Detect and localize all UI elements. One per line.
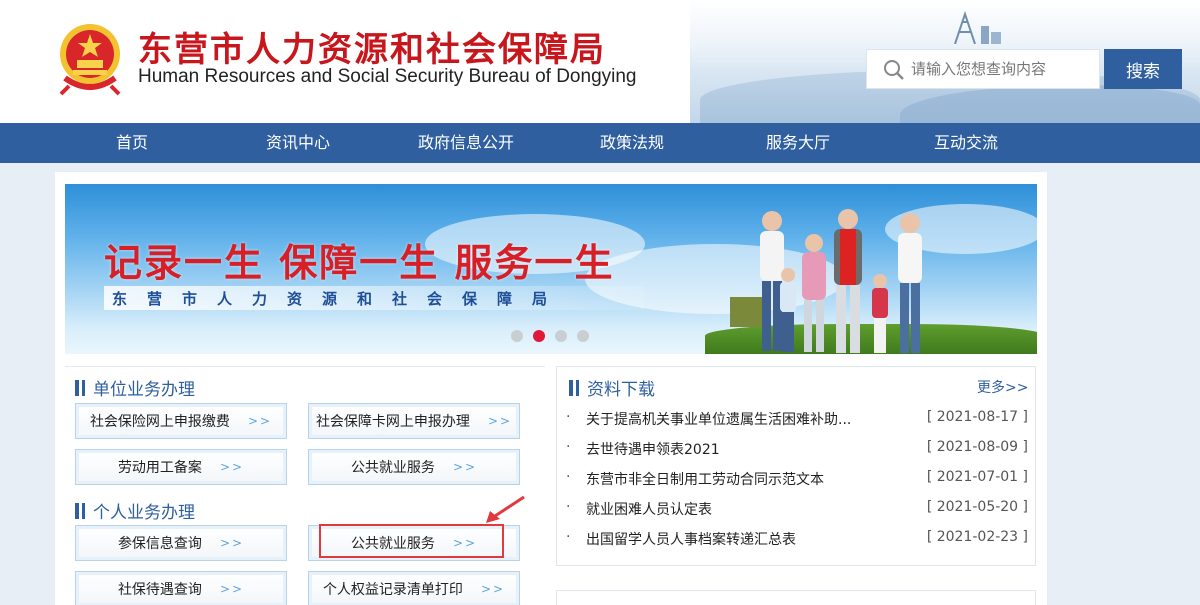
section-bar [75,379,79,396]
arrow-icon: >> [487,414,513,428]
arrow-icon: >> [219,582,245,596]
bullet: · [566,439,571,455]
downloads-heading: 资料下载 [569,375,655,400]
highlight-annotation-box [319,524,504,558]
personal-service-insurance-query-button[interactable]: 参保信息查询 >> [75,525,287,561]
button-label: 社会保险网上申报缴费 [89,414,230,430]
arrow-icon: >> [452,460,478,474]
search-input[interactable] [911,50,1096,88]
slide-dot-3[interactable] [555,330,567,342]
button-label: 参保信息查询 [117,536,202,552]
bullet: · [566,499,571,515]
unit-services-heading: 单位业务办理 [75,375,195,400]
section-title: 资料下载 [587,380,655,400]
personal-service-benefit-query-button[interactable]: 社保待遇查询 >> [75,571,287,605]
download-title[interactable]: 关于提高机关事业单位遗属生活困难补助... [586,409,851,429]
banner-subtitle: 东营市人力资源和社会保障局 [112,290,568,308]
arrow-icon: >> [247,414,273,428]
slide-dot-4[interactable] [577,330,589,342]
family-illustration-icon [730,209,922,353]
bullet: · [566,409,571,425]
arrow-icon: >> [219,536,245,550]
nav-item-news[interactable]: 资讯中心 [228,123,368,163]
section-bar [82,502,85,519]
download-date: [ 2021-08-09 ] [926,439,1028,455]
online-consult-panel [556,590,1036,605]
section-bar [576,379,579,396]
personal-services-heading: 个人业务办理 [75,498,195,523]
button-label: 个人权益记录清单打印 [322,582,463,598]
unit-service-ssc-card-button[interactable]: 社会保障卡网上申报办理 >> [308,403,520,439]
bullet: · [566,469,571,485]
unit-service-social-insurance-button[interactable]: 社会保险网上申报缴费 >> [75,403,287,439]
search-box [866,49,1100,89]
nav-item-home[interactable]: 首页 [62,123,202,163]
site-title-cn: 东营市人力资源和社会保障局 [138,30,606,70]
button-label: 社会保障卡网上申报办理 [315,414,470,430]
download-title[interactable]: 就业困难人员认定表 [586,499,712,519]
oil-derrick-icon [954,10,1001,44]
section-bar [569,379,573,396]
download-item[interactable]: · 东营市非全日制用工劳动合同示范文本 [ 2021-07-01 ] [566,469,1028,489]
download-item[interactable]: · 就业困难人员认定表 [ 2021-05-20 ] [566,499,1028,519]
download-title[interactable]: 去世待遇申领表2021 [586,439,720,459]
site-title-en: Human Resources and Social Security Bure… [138,66,637,87]
download-item[interactable]: · 出国留学人员人事档案转递汇总表 [ 2021-02-23 ] [566,529,1028,549]
button-label: 公共就业服务 [350,460,435,476]
personal-service-rights-record-button[interactable]: 个人权益记录清单打印 >> [308,571,520,605]
nav-item-interaction[interactable]: 互动交流 [896,123,1036,163]
slide-dot-2[interactable] [533,330,545,342]
download-date: [ 2021-07-01 ] [926,469,1028,485]
download-item[interactable]: · 关于提高机关事业单位遗属生活困难补助... [ 2021-08-17 ] [566,409,1028,429]
nav-item-policy[interactable]: 政策法规 [562,123,702,163]
button-label: 劳动用工备案 [117,460,202,476]
arrow-icon: >> [480,582,506,596]
download-item[interactable]: · 去世待遇申领表2021 [ 2021-08-09 ] [566,439,1028,459]
download-title[interactable]: 东营市非全日制用工劳动合同示范文本 [586,469,824,489]
section-title: 单位业务办理 [93,380,195,400]
slide-dot-1[interactable] [511,330,523,342]
search-icon [884,60,904,80]
download-date: [ 2021-08-17 ] [926,409,1028,425]
arrow-icon: >> [219,460,245,474]
national-emblem-icon [59,24,121,96]
more-link[interactable]: 更多>> [977,377,1028,397]
section-bar [82,379,85,396]
download-date: [ 2021-02-23 ] [926,529,1028,545]
banner-slogan: 记录一生 保障一生 服务一生 [104,241,615,285]
download-title[interactable]: 出国留学人员人事档案转递汇总表 [586,529,796,549]
search-button[interactable]: 搜索 [1104,49,1182,89]
unit-service-public-employment-button[interactable]: 公共就业服务 >> [308,449,520,485]
main-nav: 首页 资讯中心 政府信息公开 政策法规 服务大厅 互动交流 [0,123,1200,163]
download-date: [ 2021-05-20 ] [926,499,1028,515]
divider [65,366,545,367]
unit-service-labor-filing-button[interactable]: 劳动用工备案 >> [75,449,287,485]
section-title: 个人业务办理 [93,503,195,523]
nav-item-gov-info[interactable]: 政府信息公开 [396,123,536,163]
red-pointer-arrow-icon [486,495,525,523]
bullet: · [566,529,571,545]
section-bar [75,502,79,519]
button-label: 社保待遇查询 [117,582,202,598]
nav-item-service-hall[interactable]: 服务大厅 [728,123,868,163]
